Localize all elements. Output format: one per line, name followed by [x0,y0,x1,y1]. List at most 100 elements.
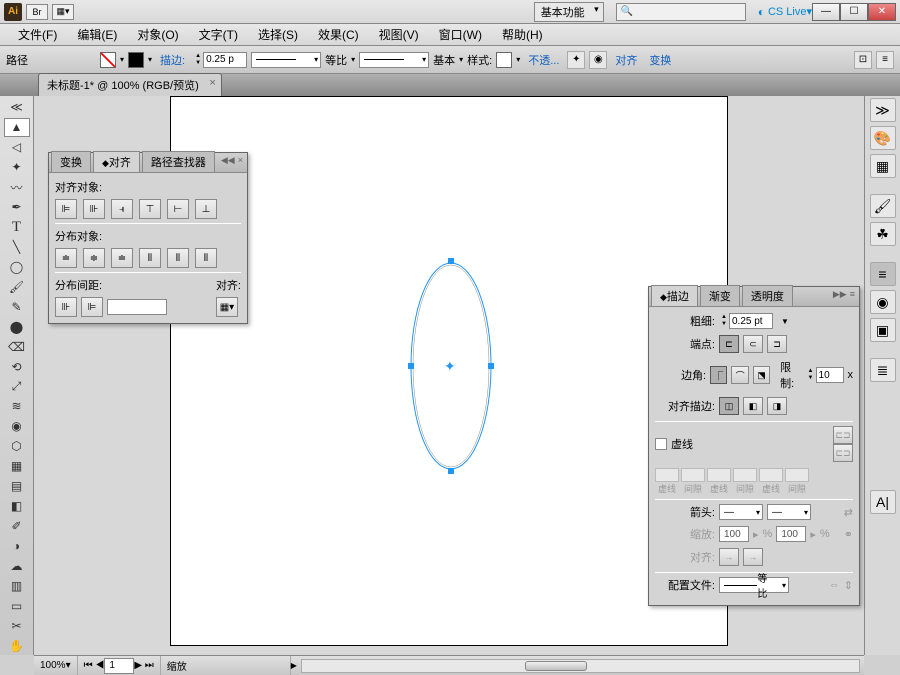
panel-menu2-icon[interactable]: ≡ [850,289,855,300]
arrow-end-dropdown[interactable]: — [767,504,811,520]
zoom-dropdown[interactable]: 100% ▾ [34,656,78,675]
profile-dropdown2[interactable]: 等比 [719,577,789,593]
align-hcenter-icon[interactable]: ⊪ [83,199,105,219]
cslive-button[interactable]: CS Live ▾ [758,5,812,19]
flip-v-icon[interactable]: ⇕ [844,579,853,592]
scale-tool-icon[interactable]: ⤢ [4,377,30,396]
appearance-panel-icon[interactable]: ◉ [870,290,896,314]
artboard[interactable]: ✦ [170,96,728,646]
menu-edit[interactable]: 编辑(E) [67,24,127,45]
arrow-start-dropdown[interactable]: — [719,504,763,520]
tab-gradient[interactable]: 渐变 [700,285,740,306]
menu-effect[interactable]: 效果(C) [308,24,369,45]
gradient-tool-icon[interactable]: ◧ [4,497,30,516]
tab-pathfinder[interactable]: 路径查找器 [142,151,215,172]
lasso-tool-icon[interactable]: 〰 [4,178,30,197]
stroke-panel-icon[interactable]: ≡ [870,262,896,286]
recolor-icon[interactable]: ✦ [567,51,585,69]
maximize-button[interactable]: ☐ [840,3,868,21]
slice-tool-icon[interactable]: ✂ [4,616,30,635]
perspective-tool-icon[interactable]: ▦ [4,457,30,476]
warp-tool-icon[interactable]: ◉ [4,417,30,436]
menu-view[interactable]: 视图(V) [369,24,429,45]
cap-butt-icon[interactable]: ⊏ [719,335,739,353]
brushes-panel-icon[interactable]: 🖌 [870,194,896,218]
stroke-swatch[interactable] [128,52,144,68]
mesh-tool-icon[interactable]: ▤ [4,477,30,496]
align-right-icon[interactable]: ⫣ [111,199,133,219]
swatches-panel-icon[interactable]: ▦ [870,154,896,178]
dist-bottom-icon[interactable]: ≐ [111,248,133,268]
weight-input[interactable]: ▲▼ [719,313,773,329]
dist-vcenter-icon[interactable]: ≑ [83,248,105,268]
panel-menu-icon[interactable]: ≡ [876,51,894,69]
minimize-button[interactable]: — [812,3,840,21]
transform-link[interactable]: 变换 [649,52,671,68]
horizontal-scrollbar[interactable] [301,659,860,673]
symbol-tool-icon[interactable]: ☁ [4,556,30,575]
tab-transparency[interactable]: 透明度 [742,285,793,306]
tab-transform[interactable]: 变换 [51,151,91,172]
hand-tool-icon[interactable]: ✋ [4,636,30,655]
swap-arrows-icon[interactable]: ⇄ [844,506,853,519]
rotate-tool-icon[interactable]: ⟲ [4,357,30,376]
anchor-top[interactable] [448,258,454,264]
spacing-h-icon[interactable]: ⊫ [81,297,103,317]
anchor-right[interactable] [488,363,494,369]
align-left-icon[interactable]: ⊫ [55,199,77,219]
character-panel-icon[interactable]: A| [870,490,896,514]
panel-collapse-icon[interactable]: ◀◀ [221,155,235,166]
menu-text[interactable]: 文字(T) [189,24,248,45]
align-stroke-center-icon[interactable]: ◫ [719,397,739,415]
anchor-bottom[interactable] [448,468,454,474]
brush-dropdown[interactable] [359,52,429,68]
symbols-panel-icon[interactable]: ☘ [870,222,896,246]
dist-left-icon[interactable]: ⦀ [139,248,161,268]
spacing-v-icon[interactable]: ⊪ [55,297,77,317]
align-stroke-outside-icon[interactable]: ◨ [767,397,787,415]
stroke-weight-input[interactable]: ▲▼ [193,52,247,68]
align-vcenter-icon[interactable]: ⊢ [167,199,189,219]
blob-tool-icon[interactable]: ⬤ [4,317,30,336]
align-to-dropdown[interactable]: ▦▾ [216,297,238,317]
menu-object[interactable]: 对象(O) [127,24,188,45]
workspace-switcher[interactable]: 基本功能 [534,2,604,22]
eyedropper-tool-icon[interactable]: ✐ [4,517,30,536]
panel-go-icon[interactable]: ▶▶ [833,289,847,300]
arrange-docs-button[interactable]: ▦▾ [52,4,74,20]
direct-selection-tool-icon[interactable]: ◁ [4,138,30,157]
selection-tool-icon[interactable]: ▲ [4,118,30,137]
artboard-nav[interactable]: ⏮ ◀ ▶ ⏭ [78,656,161,675]
type-tool-icon[interactable]: T [4,218,30,237]
menu-help[interactable]: 帮助(H) [492,24,553,45]
dist-hcenter-icon[interactable]: ⦀ [167,248,189,268]
pencil-tool-icon[interactable]: ✎ [4,297,30,316]
document-tab[interactable]: 未标题-1* @ 100% (RGB/预览) [38,73,222,96]
flip-h-icon[interactable]: ⇔ [829,579,840,591]
menu-file[interactable]: 文件(F) [8,24,67,45]
fill-swatch[interactable] [100,52,116,68]
isolate-icon[interactable]: ⊡ [854,51,872,69]
shape-builder-tool-icon[interactable]: ⬡ [4,437,30,456]
bridge-button[interactable]: Br [26,4,48,20]
panel-menu-icon[interactable]: × [238,155,243,166]
cap-projecting-icon[interactable]: ⊐ [767,335,787,353]
artboard-tool-icon[interactable]: ▭ [4,596,30,615]
menu-select[interactable]: 选择(S) [248,24,308,45]
expand-panels-icon[interactable]: ≫ [870,98,896,122]
corner-miter-icon[interactable]: ⎾ [710,366,727,384]
magic-wand-tool-icon[interactable]: ✦ [4,158,30,177]
align-link[interactable]: 对齐 [615,52,637,68]
line-tool-icon[interactable]: ╲ [4,238,30,257]
limit-input[interactable]: ▲▼ [806,367,844,383]
pen-tool-icon[interactable]: ✒ [4,198,30,217]
align-top-icon[interactable]: ⊤ [139,199,161,219]
brush-tool-icon[interactable]: 🖌 [4,277,30,296]
graph-tool-icon[interactable]: ▥ [4,576,30,595]
spacing-input[interactable] [107,299,167,315]
eraser-tool-icon[interactable]: ⌫ [4,337,30,356]
status-tool-label[interactable]: 缩放 [161,656,291,675]
tab-stroke[interactable]: ◆描边 [651,285,698,306]
layers-panel-icon[interactable]: ≣ [870,358,896,382]
collapse-icon[interactable]: ≪ [4,98,30,117]
